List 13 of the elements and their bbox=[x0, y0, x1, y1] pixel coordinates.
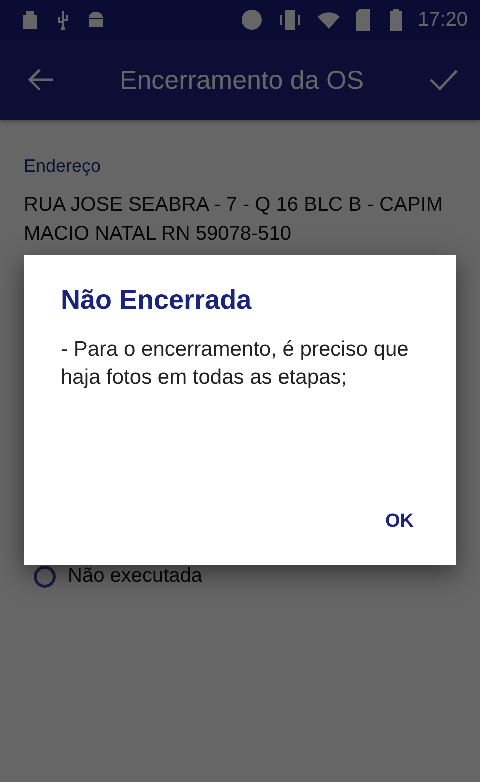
wifi-icon bbox=[318, 11, 340, 29]
checkmark-icon[interactable] bbox=[430, 69, 458, 91]
battery-icon bbox=[390, 9, 402, 31]
dialog-title: Não Encerrada bbox=[61, 285, 253, 316]
dialog-message: - Para o encerramento, é preciso que haja fotos em todas as etapas; bbox=[61, 337, 410, 391]
usb-icon bbox=[56, 9, 70, 31]
vibrate-icon bbox=[278, 10, 302, 30]
ok-button[interactable]: OK bbox=[374, 503, 432, 541]
field-label: Endereço bbox=[24, 156, 102, 177]
back-arrow-icon[interactable] bbox=[28, 68, 54, 92]
clock: 17:20 bbox=[418, 8, 468, 32]
address-text: RUA JOSE SEABRA - 7 - Q 16 BLC B - CAPIM MACIO NATAL RN 59078-510 bbox=[24, 193, 444, 247]
screen-title: Encerramento da OS bbox=[118, 64, 366, 96]
